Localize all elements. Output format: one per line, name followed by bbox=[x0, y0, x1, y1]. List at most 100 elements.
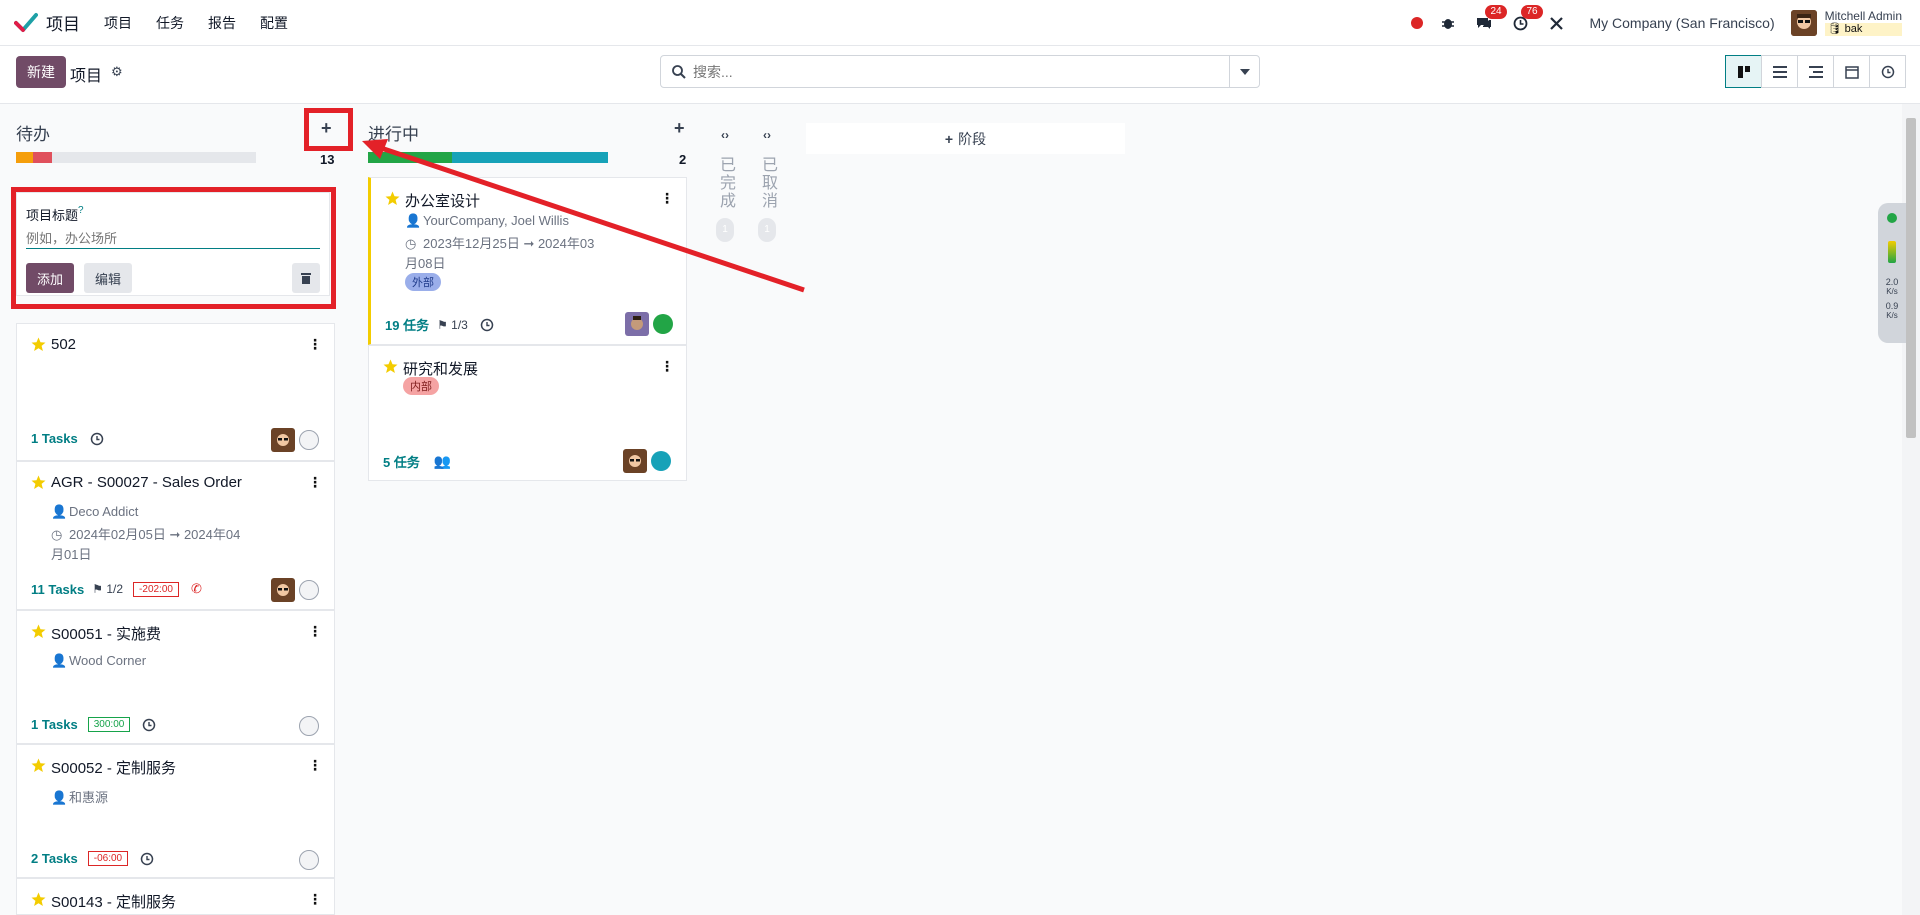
app-name: 项目 bbox=[46, 15, 80, 34]
star-icon[interactable] bbox=[31, 624, 46, 639]
activity-clock-icon[interactable] bbox=[142, 718, 156, 732]
card-footer: 5 任务 👥 bbox=[383, 452, 451, 471]
tasks-link[interactable]: 1 Tasks bbox=[31, 431, 78, 446]
project-card-agr-s00027[interactable]: AGR - S00027 - Sales Order ⋮ 👤 Deco Addic… bbox=[16, 461, 335, 610]
company-switcher[interactable]: My Company (San Francisco) bbox=[1589, 15, 1774, 31]
menu-reports[interactable]: 报告 bbox=[208, 13, 236, 33]
recording-icon[interactable] bbox=[1411, 17, 1424, 29]
highlight-box-quick-create bbox=[11, 187, 336, 309]
card-menu-icon[interactable]: ⋮ bbox=[660, 358, 674, 375]
caret-down-icon bbox=[1239, 68, 1250, 75]
search-options-toggle[interactable] bbox=[1229, 56, 1259, 87]
progress-segment-orange[interactable] bbox=[16, 152, 33, 163]
card-menu-icon[interactable]: ⋮ bbox=[308, 757, 322, 774]
status-blue-icon[interactable] bbox=[651, 451, 671, 471]
search-bar bbox=[660, 55, 1260, 88]
control-panel: 新建 项目 ⚙ bbox=[0, 46, 1920, 104]
menu-projects[interactable]: 项目 bbox=[104, 13, 132, 33]
kanban-icon bbox=[1737, 65, 1750, 78]
assignee-avatar[interactable] bbox=[271, 428, 295, 452]
phone-icon[interactable]: ✆ bbox=[191, 581, 202, 597]
clock-icon bbox=[1881, 65, 1894, 78]
level-bar bbox=[1888, 241, 1896, 263]
status-green-icon[interactable] bbox=[653, 314, 673, 334]
tools-icon[interactable] bbox=[1545, 12, 1567, 34]
card-title: S00143 - 定制服务 bbox=[51, 894, 177, 911]
star-icon[interactable] bbox=[383, 359, 398, 374]
card-menu-icon[interactable]: ⋮ bbox=[308, 336, 322, 353]
tasks-link[interactable]: 5 任务 bbox=[383, 452, 420, 471]
menu-configuration[interactable]: 配置 bbox=[260, 13, 288, 33]
user-icon: 👤 bbox=[51, 504, 68, 519]
activity-clock-icon[interactable] bbox=[90, 432, 104, 446]
gear-icon[interactable]: ⚙ bbox=[111, 64, 123, 80]
user-menu[interactable]: Mitchell Admin 🛢 bak bbox=[1824, 10, 1902, 36]
list-view-button[interactable] bbox=[1761, 55, 1798, 88]
calendar-view-button[interactable] bbox=[1833, 55, 1870, 88]
star-icon[interactable] bbox=[31, 337, 46, 352]
remaining-time-badge: -202:00 bbox=[133, 581, 179, 597]
upload-unit: K/s bbox=[1886, 287, 1898, 296]
annotation-arrow bbox=[362, 139, 805, 293]
status-icon[interactable] bbox=[299, 580, 319, 600]
project-card-s00143[interactable]: S00143 - 定制服务 ⋮ bbox=[16, 878, 335, 915]
messages-badge: 24 bbox=[1485, 5, 1507, 19]
messages-icon[interactable]: 24 bbox=[1473, 5, 1507, 34]
assignee-avatar[interactable] bbox=[625, 312, 649, 336]
project-app-icon bbox=[14, 12, 38, 32]
activity-view-button[interactable] bbox=[1797, 55, 1834, 88]
partner-line: 👤 Wood Corner bbox=[51, 653, 147, 668]
database-name: 🛢 bak bbox=[1824, 23, 1902, 36]
app-brand[interactable]: 项目 bbox=[14, 10, 80, 35]
scrollbar-thumb[interactable] bbox=[1906, 118, 1916, 438]
activities-badge: 76 bbox=[1521, 5, 1543, 19]
date-line: ◷ 2024年02月05日 ➞ 2024年04 bbox=[51, 527, 241, 542]
menu-tasks[interactable]: 任务 bbox=[156, 13, 184, 33]
tasks-link[interactable]: 1 Tasks bbox=[31, 717, 78, 732]
tasks-link[interactable]: 2 Tasks bbox=[31, 851, 78, 866]
assignee-avatar[interactable] bbox=[623, 449, 647, 473]
status-icon[interactable] bbox=[299, 430, 319, 450]
progress-segment-red[interactable] bbox=[32, 152, 52, 163]
search-icon bbox=[672, 64, 686, 79]
column-title-todo[interactable]: 待办 bbox=[16, 120, 50, 145]
project-card-s00051[interactable]: S00051 - 实施费 ⋮ 👤 Wood Corner 1 Tasks 300:… bbox=[16, 610, 335, 744]
tag-internal: 内部 bbox=[403, 377, 439, 395]
activities-icon[interactable]: 76 bbox=[1509, 5, 1543, 34]
star-icon[interactable] bbox=[31, 892, 46, 907]
milestone-counter: ⚑ 1/2 bbox=[92, 582, 124, 596]
activity-clock-icon[interactable] bbox=[480, 318, 494, 332]
user-avatar[interactable] bbox=[1790, 10, 1817, 36]
network-monitor-widget[interactable]: 2.0 K/s 0.9 K/s bbox=[1878, 203, 1906, 343]
card-menu-icon[interactable]: ⋮ bbox=[308, 623, 322, 640]
card-title: 研究和发展 bbox=[403, 361, 479, 378]
progress-bar-todo[interactable] bbox=[16, 152, 256, 163]
card-footer: 19 任务 ⚑ 1/3 bbox=[385, 315, 494, 334]
project-card-s00052[interactable]: S00052 - 定制服务 ⋮ 👤 和惠源 2 Tasks -06:00 bbox=[16, 744, 335, 878]
debug-icon[interactable] bbox=[1437, 12, 1459, 34]
card-menu-icon[interactable]: ⋮ bbox=[308, 474, 322, 491]
search-input[interactable] bbox=[693, 63, 1213, 80]
new-button[interactable]: 新建 bbox=[16, 56, 66, 88]
star-icon[interactable] bbox=[31, 475, 46, 490]
tasks-link[interactable]: 11 Tasks bbox=[31, 582, 84, 597]
assignee-avatar[interactable] bbox=[271, 578, 295, 602]
kanban-view-button[interactable] bbox=[1725, 55, 1762, 88]
activity-clock-icon[interactable] bbox=[140, 852, 154, 866]
status-icon[interactable] bbox=[299, 850, 319, 870]
status-icon[interactable] bbox=[299, 716, 319, 736]
card-menu-icon[interactable]: ⋮ bbox=[308, 891, 322, 908]
users-icon[interactable]: 👥 bbox=[434, 453, 451, 470]
remaining-time-badge: -06:00 bbox=[87, 851, 129, 866]
add-stage-button[interactable]: + 阶段 bbox=[806, 123, 1125, 154]
partner-line: 👤 Deco Addict bbox=[51, 504, 139, 519]
project-card-502[interactable]: 502 ⋮ 1 Tasks bbox=[16, 323, 335, 461]
user-icon: 👤 bbox=[51, 790, 68, 805]
activity-clock-button[interactable] bbox=[1869, 55, 1906, 88]
breadcrumb: 项目 bbox=[70, 68, 103, 85]
tasks-link[interactable]: 19 任务 bbox=[385, 315, 429, 334]
star-icon[interactable] bbox=[31, 758, 46, 773]
partner-line: 👤 和惠源 bbox=[51, 790, 109, 805]
project-card-research[interactable]: 研究和发展 ⋮ 内部 5 任务 👥 bbox=[368, 345, 687, 481]
highlight-box-plus bbox=[304, 108, 353, 151]
